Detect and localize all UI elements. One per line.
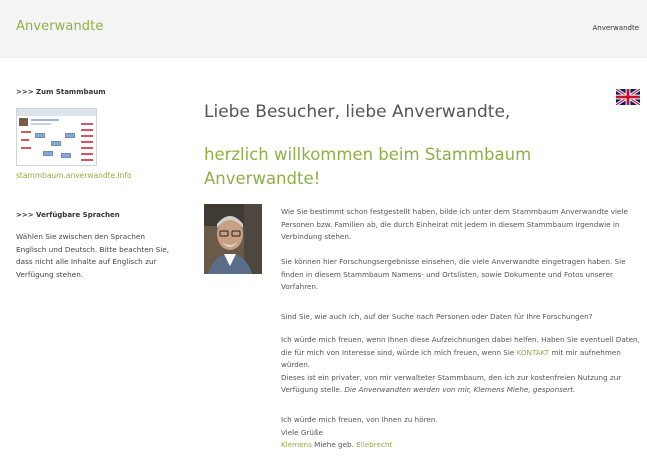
site-header: Anverwandte Anverwandte (0, 0, 647, 58)
paragraph-intro: Wie Sie bestimmt schon festgestellt habe… (281, 207, 628, 241)
contact-link[interactable]: KONTAKT (517, 348, 550, 357)
uk-flag-icon[interactable] (616, 89, 640, 105)
signature-birth-name[interactable]: Ellebrecht (356, 440, 392, 449)
nav-item-anverwandte[interactable]: Anverwandte (593, 24, 640, 32)
author-photo (204, 204, 262, 274)
page-subtitle: herzlich willkommen beim Stammbaum Anver… (204, 145, 532, 188)
sidebar-heading-sprachen: >>> Verfügbare Sprachen (16, 211, 120, 219)
page-title: Liebe Besucher, liebe Anverwandte, (204, 102, 511, 122)
paragraph-closing: Ich würde mich freuen, von Ihnen zu höre… (281, 415, 438, 449)
paragraph-research: Sie können hier Forschungsergebnisse ein… (281, 257, 626, 291)
sidebar-heading-stammbaum: >>> Zum Stammbaum (16, 88, 106, 96)
sidebar-languages-text: Wählen Sie zwischen den Sprachen Englisc… (16, 232, 170, 279)
paragraph-contact: Ich würde mich freuen, wenn Ihnen diese … (281, 335, 640, 394)
signature-first-name[interactable]: Klemens (281, 440, 312, 449)
stammbaum-thumbnail[interactable] (16, 108, 97, 166)
stammbaum-link[interactable]: stammbaum.anverwandte.info (16, 171, 132, 180)
paragraph-question: Sind Sie, wie auch ich, auf der Suche na… (281, 312, 593, 321)
site-brand[interactable]: Anverwandte (16, 19, 103, 34)
